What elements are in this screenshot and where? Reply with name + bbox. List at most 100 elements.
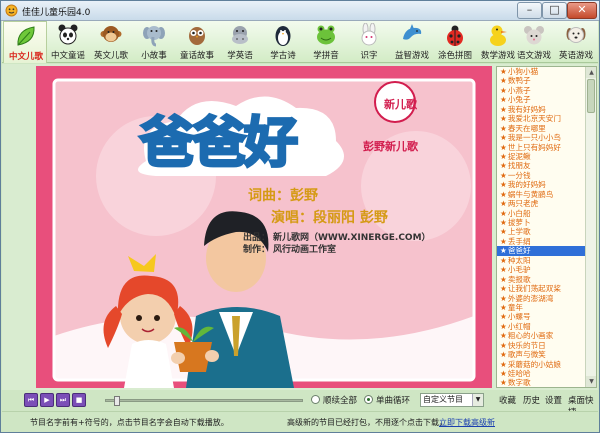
app-icon (5, 4, 18, 17)
tab-literacy[interactable]: 识字 (347, 21, 391, 63)
tab-chinese-games[interactable]: 语文游戏 (512, 21, 556, 63)
download-link[interactable]: 立即下载高级新 (439, 417, 495, 428)
playlist-item[interactable]: ★丢手绢 (497, 237, 585, 246)
star-icon: ★ (500, 85, 507, 95)
tab-ancient-poems[interactable]: 学古诗 (261, 21, 305, 63)
minimize-icon: – (526, 3, 533, 16)
playlist-item-label: 歌声与微笑 (507, 350, 546, 360)
playlist-item[interactable]: ★粗心的小画家 (497, 331, 585, 340)
history-link[interactable]: 历史 (523, 394, 540, 406)
playlist-item[interactable]: ★小螺号 (497, 312, 585, 321)
playlist-item[interactable]: ★小红帽 (497, 322, 585, 331)
tab-chinese-rhymes[interactable]: 中文童谣 (46, 21, 90, 63)
star-icon: ★ (500, 199, 507, 209)
star-icon: ★ (500, 302, 507, 312)
playlist-item[interactable]: ★快乐的节日 (497, 341, 585, 350)
dolphin-icon (403, 24, 422, 40)
scroll-up-icon[interactable]: ▲ (586, 67, 596, 78)
playlist-item-label: 蜗牛与黄鹂鸟 (507, 189, 554, 199)
tab-chinese-songs[interactable]: 中文儿歌 (3, 21, 47, 63)
tab-learn-pinyin[interactable]: 学拼音 (304, 21, 348, 63)
song-title: 爸爸好 (139, 109, 300, 176)
playlist-item[interactable]: ★找朋友 (497, 161, 585, 170)
playlist-item[interactable]: ★我的好妈妈 (497, 180, 585, 189)
playlist-item[interactable]: ★小白船 (497, 209, 585, 218)
maker-value: 风行动画工作室 (273, 245, 337, 255)
playlist-item[interactable]: ★外婆的澎湖湾 (497, 294, 585, 303)
tab-label: 英文儿歌 (93, 51, 128, 61)
tab-short-stories[interactable]: 小故事 (132, 21, 176, 63)
ladybug-icon (447, 25, 463, 46)
playlist-item-label: 数字歌 (507, 378, 531, 387)
minimize-button[interactable]: – (517, 2, 542, 19)
maximize-button[interactable]: □ (542, 2, 567, 19)
category-toolbar: 中文儿歌 中文童谣 英文儿歌 小故事 童话故事 学英语 学古诗 学拼音 识字 益… (2, 21, 598, 63)
playlist-item[interactable]: ★爸爸好 (497, 246, 585, 256)
playlist-item[interactable]: ★两只老虎 (497, 199, 585, 208)
playlist-item[interactable]: ★让我们荡起双桨 (497, 284, 585, 293)
playlist-item[interactable]: ★种太阳 (497, 256, 585, 265)
tab-label: 英语游戏 (558, 51, 593, 61)
scroll-down-icon[interactable]: ▼ (586, 376, 596, 387)
tab-learn-english[interactable]: 学英语 (218, 21, 262, 63)
video-stage[interactable]: 爸爸好 新儿歌 彭野新儿歌 词曲：彭野 演唱：段丽阳 彭野 出品： 新儿歌网（WW… (36, 66, 492, 388)
playlist-item[interactable]: ★拔萝卜 (497, 218, 585, 227)
playlist-item[interactable]: ★捉泥鳅 (497, 152, 585, 161)
playlist-item[interactable]: ★蜗牛与黄鹂鸟 (497, 190, 585, 199)
playlist-item-label: 我有好妈妈 (507, 104, 546, 114)
playlist-item[interactable]: ★数字歌 (497, 378, 585, 387)
tab-fairy-tales[interactable]: 童话故事 (175, 21, 219, 63)
star-icon: ★ (500, 76, 507, 86)
tab-english-games[interactable]: 英语游戏 (554, 21, 598, 63)
settings-link[interactable]: 设置 (545, 394, 562, 406)
program-select[interactable]: 自定义节目 ▼ (420, 393, 484, 407)
tab-label: 童话故事 (179, 51, 214, 61)
close-button[interactable]: ✕ (567, 2, 597, 19)
radio-single-loop[interactable] (364, 395, 373, 404)
lyricist-credit: 词曲：彭野 (248, 188, 318, 204)
radio-single-loop-label: 单曲循环 (376, 396, 411, 406)
tab-label: 中文童谣 (50, 51, 85, 61)
stop-button[interactable]: ■ (72, 393, 86, 407)
seek-knob[interactable] (114, 396, 120, 406)
star-icon: ★ (500, 350, 507, 360)
playlist-item[interactable]: ★歌声与微笑 (497, 350, 585, 359)
next-button[interactable]: ⏭ (56, 393, 70, 407)
playlist-item[interactable]: ★卖报歌 (497, 275, 585, 284)
playlist-item[interactable]: ★我爱北京天安门 (497, 114, 585, 123)
favorites-link[interactable]: 收藏 (499, 394, 516, 406)
playlist-item[interactable]: ★小燕子 (497, 86, 585, 95)
playlist-item-label: 我爱北京天安门 (507, 114, 561, 124)
tab-puzzle-games[interactable]: 益智游戏 (390, 21, 434, 63)
playlist-item[interactable]: ★世上只有妈妈好 (497, 143, 585, 152)
playlist-item[interactable]: ★娃哈哈 (497, 369, 585, 378)
playlist-item[interactable]: ★小兔子 (497, 95, 585, 104)
playlist-item[interactable]: ★上学歌 (497, 227, 585, 236)
playlist-item[interactable]: ★小毛驴 (497, 265, 585, 274)
star-icon: ★ (500, 378, 507, 387)
playlist-scrollbar[interactable]: ▲ ▼ (585, 67, 596, 387)
duck-icon (490, 25, 507, 46)
playlist-item[interactable]: ★小狗小猫 (497, 67, 585, 76)
playlist-item-label: 小燕子 (507, 85, 531, 95)
mouse-icon (524, 26, 544, 45)
tab-english-songs[interactable]: 英文儿歌 (89, 21, 133, 63)
play-button[interactable]: ▶ (40, 393, 54, 407)
playlist-item[interactable]: ★采蘑菇的小姑娘 (497, 360, 585, 369)
previous-button[interactable]: ⏮ (24, 393, 38, 407)
title-bar: 佳佳儿童乐园4.0 – □ ✕ (1, 1, 599, 21)
playlist-item[interactable]: ★春天在哪里 (497, 124, 585, 133)
radio-play-all[interactable] (311, 395, 320, 404)
playback-controls: ⏮ ▶ ⏭ ■ 顺续全部 单曲循环 自定义节目 ▼ 收藏 历史 设置 桌面快捷 (2, 390, 598, 418)
seek-bar[interactable] (105, 396, 303, 406)
playlist-item[interactable]: ★我有好妈妈 (497, 105, 585, 114)
playlist-item[interactable]: ★一分钱 (497, 171, 585, 180)
playlist-item-label: 爸爸好 (507, 246, 531, 256)
playlist-item[interactable]: ★童年 (497, 303, 585, 312)
tab-coloring-puzzles[interactable]: 涂色拼图 (433, 21, 477, 63)
playlist-item-label: 娃哈哈 (507, 369, 531, 378)
scroll-thumb[interactable] (587, 79, 595, 113)
playlist-item-label: 童年 (507, 302, 523, 312)
playlist-item[interactable]: ★数鸭子 (497, 76, 585, 85)
playlist-item[interactable]: ★我是一只小小鸟 (497, 133, 585, 142)
